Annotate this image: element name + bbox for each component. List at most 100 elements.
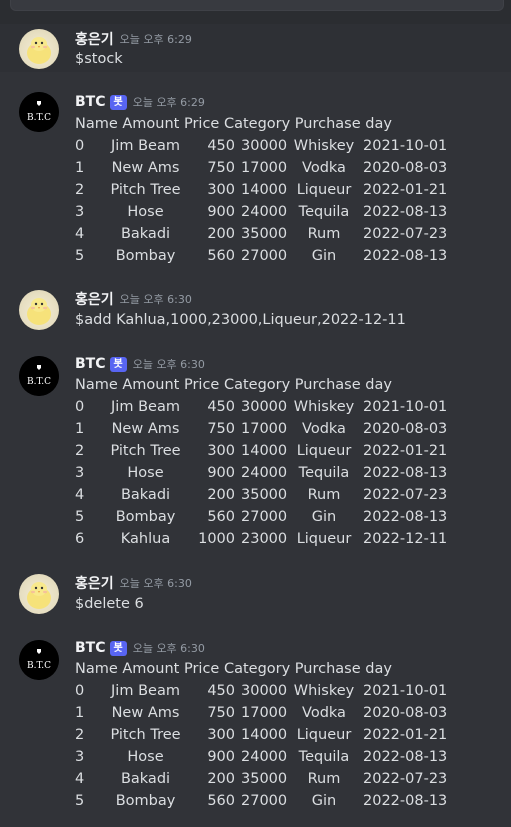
message-header: 홍은기 오늘 오후 6:29 — [75, 29, 192, 49]
message-header: 홍은기 오늘 오후 6:30 — [75, 289, 192, 309]
stock-table: Name Amount Price Category Purchase day 0… — [75, 113, 447, 267]
item-name: New Ams — [111, 421, 180, 437]
item-name: Pitch Tree — [110, 727, 181, 743]
table-row: 5 Bombay 560 27000 Gin 2022-08-13 — [75, 245, 447, 267]
row-index: 4 — [75, 771, 85, 787]
item-price: 35000 — [241, 771, 288, 787]
table-row: 5 Bombay 560 27000 Gin 2022-08-13 — [75, 790, 447, 812]
timestamp: 오늘 오후 6:30 — [119, 577, 192, 590]
purchase-day: 2022-07-23 — [363, 487, 448, 503]
user-avatar[interactable] — [19, 29, 59, 69]
table-row: 2 Pitch Tree 300 14000 Liqueur 2022-01-21 — [75, 724, 447, 746]
item-name: Jim Beam — [111, 138, 180, 154]
bot-tag: 봇 — [109, 356, 127, 372]
chat-message[interactable]: B.T.C BTC 봇 오늘 오후 6:29 Name Amount Price… — [0, 86, 511, 270]
stock-table: Name Amount Price Category Purchase day 0… — [75, 374, 447, 550]
previous-message-strip — [0, 0, 511, 24]
item-amount: 300 — [207, 182, 235, 198]
item-price: 27000 — [241, 509, 288, 525]
row-index: 2 — [75, 727, 85, 743]
item-amount: 560 — [207, 509, 235, 525]
table-row: 0 Jim Beam 450 30000 Whiskey 2021-10-01 — [75, 396, 447, 418]
item-price: 24000 — [241, 204, 288, 220]
chick-avatar-icon — [27, 582, 51, 609]
table-row: 0 Jim Beam 450 30000 Whiskey 2021-10-01 — [75, 135, 447, 157]
item-name: New Ams — [111, 705, 180, 721]
item-amount: 200 — [207, 771, 235, 787]
item-category: Tequila — [298, 749, 350, 765]
item-amount: 900 — [207, 204, 235, 220]
row-index: 1 — [75, 160, 85, 176]
table-row: 2 Pitch Tree 300 14000 Liqueur 2022-01-21 — [75, 440, 447, 462]
username[interactable]: 홍은기 — [75, 29, 114, 49]
username[interactable]: BTC — [75, 356, 106, 372]
item-name: Pitch Tree — [110, 443, 181, 459]
row-index: 0 — [75, 399, 85, 415]
bot-avatar[interactable]: B.T.C — [19, 356, 59, 396]
item-category: Rum — [307, 771, 341, 787]
item-amount: 750 — [207, 705, 235, 721]
chat-message[interactable]: B.T.C BTC 봇 오늘 오후 6:30 Name Amount Price… — [0, 350, 511, 556]
username[interactable]: 홍은기 — [75, 289, 114, 309]
user-avatar[interactable] — [19, 574, 59, 614]
purchase-day: 2020-08-03 — [363, 705, 448, 721]
item-category: Gin — [311, 509, 337, 525]
item-name: Bakadi — [120, 487, 171, 503]
purchase-day: 2022-08-13 — [363, 248, 448, 264]
item-amount: 1000 — [198, 531, 235, 547]
chat-message[interactable]: 홍은기 오늘 오후 6:30 $add Kahlua,1000,23000,Li… — [0, 286, 511, 334]
username[interactable]: 홍은기 — [75, 573, 114, 593]
btc-logo-icon: B.T.C — [19, 640, 59, 680]
username[interactable]: BTC — [75, 94, 106, 110]
purchase-day: 2022-07-23 — [363, 771, 448, 787]
purchase-day: 2022-08-13 — [363, 204, 448, 220]
item-name: Jim Beam — [111, 399, 180, 415]
previous-embed-edge — [10, 0, 504, 11]
table-row: 4 Bakadi 200 35000 Rum 2022-07-23 — [75, 768, 447, 790]
item-amount: 900 — [207, 465, 235, 481]
table-row: 2 Pitch Tree 300 14000 Liqueur 2022-01-21 — [75, 179, 447, 201]
item-price: 17000 — [241, 421, 288, 437]
item-category: Liqueur — [296, 727, 352, 743]
table-header: Name Amount Price Category Purchase day — [75, 377, 392, 393]
table-row: 3 Hose 900 24000 Tequila 2022-08-13 — [75, 201, 447, 223]
purchase-day: 2022-08-13 — [363, 793, 448, 809]
bot-avatar[interactable]: B.T.C — [19, 92, 59, 132]
item-category: Whiskey — [293, 138, 355, 154]
table-row: 1 New Ams 750 17000 Vodka 2020-08-03 — [75, 418, 447, 440]
chat-message[interactable]: B.T.C BTC 봇 오늘 오후 6:30 Name Amount Price… — [0, 634, 511, 824]
bot-tag: 봇 — [109, 640, 127, 656]
item-name: Kahlua — [120, 531, 171, 547]
item-price: 17000 — [241, 705, 288, 721]
user-avatar[interactable] — [19, 290, 59, 330]
item-amount: 750 — [207, 421, 235, 437]
item-name: Hose — [127, 204, 164, 220]
bot-avatar[interactable]: B.T.C — [19, 640, 59, 680]
item-amount: 560 — [207, 248, 235, 264]
table-row: 4 Bakadi 200 35000 Rum 2022-07-23 — [75, 484, 447, 506]
row-index: 3 — [75, 204, 85, 220]
purchase-day: 2020-08-03 — [363, 421, 448, 437]
username[interactable]: BTC — [75, 640, 106, 656]
row-index: 3 — [75, 749, 85, 765]
chat-message[interactable]: 홍은기 오늘 오후 6:29 $stock — [0, 24, 511, 72]
row-index: 3 — [75, 465, 85, 481]
purchase-day: 2022-07-23 — [363, 226, 448, 242]
item-amount: 300 — [207, 443, 235, 459]
item-category: Whiskey — [293, 399, 355, 415]
item-name: Bombay — [115, 248, 176, 264]
table-header: Name Amount Price Category Purchase day — [75, 116, 392, 132]
item-price: 14000 — [241, 182, 288, 198]
item-name: Pitch Tree — [110, 182, 181, 198]
item-price: 27000 — [241, 793, 288, 809]
chat-message[interactable]: 홍은기 오늘 오후 6:30 $delete 6 — [0, 570, 511, 618]
item-category: Vodka — [302, 160, 346, 176]
item-category: Tequila — [298, 204, 350, 220]
row-index: 6 — [75, 531, 85, 547]
item-name: Bombay — [115, 509, 176, 525]
item-name: Bakadi — [120, 226, 171, 242]
item-amount: 450 — [207, 399, 235, 415]
btc-logo-icon: B.T.C — [19, 92, 59, 132]
item-category: Liqueur — [296, 182, 352, 198]
purchase-day: 2022-08-13 — [363, 749, 448, 765]
